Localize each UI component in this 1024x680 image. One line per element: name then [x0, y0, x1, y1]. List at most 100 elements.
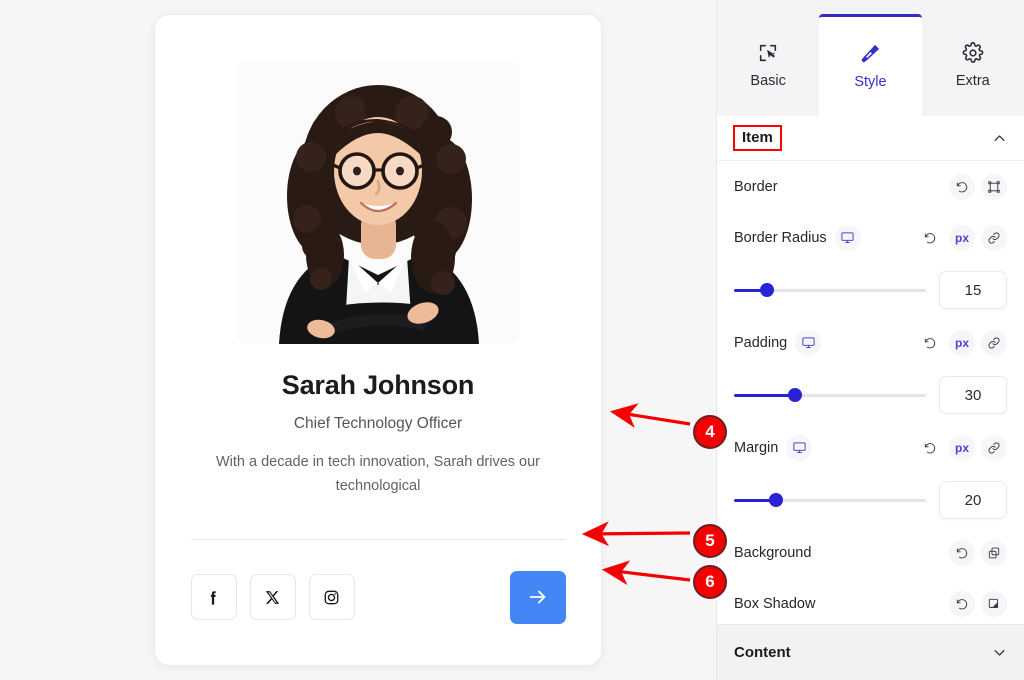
- row-actions-border: [949, 173, 1007, 200]
- reset-icon: [924, 337, 936, 348]
- tab-style-label: Style: [854, 74, 887, 90]
- profile-card[interactable]: Sarah Johnson Chief Technology Officer W…: [154, 14, 602, 666]
- shadow-square-icon: [988, 598, 998, 608]
- reset-button-border[interactable]: [949, 173, 975, 200]
- device-toggle-border-radius[interactable]: [834, 224, 861, 251]
- control-label-margin: Margin: [734, 439, 779, 456]
- cta-next-button[interactable]: [509, 570, 566, 624]
- control-row-border-radius: Border Radius px: [734, 212, 1007, 263]
- unit-button-margin[interactable]: px: [949, 434, 975, 461]
- link-button-border-radius[interactable]: [981, 224, 1007, 251]
- slider-margin[interactable]: [734, 493, 926, 507]
- border-frame-button[interactable]: [981, 173, 1007, 200]
- facebook-icon: [210, 591, 216, 605]
- social-link-instagram[interactable]: [308, 574, 355, 621]
- slider-row-padding: 30: [734, 368, 1007, 422]
- value-input-padding[interactable]: 30: [939, 376, 1007, 414]
- instagram-icon: [324, 590, 339, 605]
- portrait-photo-icon: [236, 61, 520, 344]
- social-link-x-twitter[interactable]: [249, 574, 296, 621]
- tab-basic-label: Basic: [750, 72, 786, 89]
- reset-button-box-shadow[interactable]: [949, 590, 975, 617]
- tab-style[interactable]: Style: [819, 14, 922, 116]
- box-shadow-settings-button[interactable]: [981, 590, 1007, 617]
- monitor-icon: [802, 337, 815, 348]
- x-twitter-icon: [265, 590, 280, 604]
- reset-icon: [924, 442, 936, 453]
- row-actions-padding: px: [917, 329, 1007, 356]
- reset-button-margin[interactable]: [917, 435, 943, 461]
- value-input-border-radius[interactable]: 15: [939, 271, 1007, 309]
- value-input-margin[interactable]: 20: [939, 481, 1007, 519]
- slider-row-margin: 20: [734, 473, 1007, 527]
- avatar: [236, 61, 520, 344]
- chevron-down-icon[interactable]: [992, 645, 1007, 660]
- tab-extra-label: Extra: [955, 72, 990, 89]
- annotation-badge-5: 5: [693, 524, 727, 558]
- person-bio: With a decade in tech innovation, Sarah …: [215, 454, 541, 494]
- section-header-item[interactable]: Item: [717, 116, 1024, 161]
- device-toggle-padding[interactable]: [795, 329, 822, 356]
- app-root: Sarah Johnson Chief Technology Officer W…: [0, 0, 1024, 680]
- reset-icon: [956, 547, 968, 558]
- row-actions-margin: px: [917, 434, 1007, 461]
- control-label-group-margin: Margin: [734, 434, 813, 461]
- sidebar-tabs: Basic Style Extra: [717, 0, 1024, 116]
- control-row-background: Background: [734, 527, 1007, 578]
- control-row-box-shadow: Box Shadow: [734, 578, 1007, 624]
- unit-button-border-radius[interactable]: px: [949, 224, 975, 251]
- annotation-badge-4: 4: [693, 415, 727, 449]
- control-label-group-border-radius: Border Radius: [734, 224, 861, 251]
- control-label-group-box-shadow: Box Shadow: [734, 596, 815, 612]
- slider-border-radius[interactable]: [734, 283, 926, 297]
- chevron-up-icon[interactable]: [992, 131, 1007, 146]
- reset-icon: [956, 181, 968, 192]
- slider-thumb-margin[interactable]: [769, 493, 784, 507]
- card-footer: [190, 570, 566, 624]
- reset-button-background[interactable]: [949, 539, 975, 566]
- section-header-content[interactable]: Content: [717, 624, 1024, 680]
- reset-button-border-radius[interactable]: [917, 225, 943, 251]
- control-label-group-background: Background: [734, 545, 811, 561]
- reset-icon: [956, 598, 968, 609]
- tab-basic[interactable]: Basic: [717, 14, 820, 116]
- layers-copy-icon: [988, 547, 1000, 558]
- tab-extra[interactable]: Extra: [921, 14, 1024, 116]
- style-sidebar: Basic Style Extra Item Border Border Rad…: [716, 0, 1024, 680]
- background-settings-button[interactable]: [981, 539, 1007, 566]
- card-divider: [190, 538, 566, 540]
- link-button-margin[interactable]: [981, 434, 1007, 461]
- editor-canvas: Sarah Johnson Chief Technology Officer W…: [0, 0, 716, 680]
- link-button-padding[interactable]: [981, 329, 1007, 356]
- paintbrush-icon: [862, 45, 880, 63]
- link-icon: [988, 441, 1000, 454]
- arrow-right-icon: [529, 590, 545, 604]
- control-label-box-shadow: Box Shadow: [734, 595, 816, 612]
- control-label-group-border: Border: [734, 179, 778, 195]
- border-frame-icon: [988, 180, 1000, 193]
- annotation-badge-6: 6: [693, 565, 727, 599]
- control-row-margin: Margin px: [734, 422, 1007, 473]
- device-toggle-margin[interactable]: [786, 434, 813, 461]
- link-icon: [988, 231, 1000, 244]
- reset-button-padding[interactable]: [917, 330, 943, 356]
- social-link-facebook[interactable]: [190, 574, 237, 621]
- slider-thumb-border-radius[interactable]: [759, 283, 774, 297]
- control-label-padding: Padding: [734, 334, 788, 351]
- reset-icon: [924, 232, 936, 243]
- unit-label-padding: px: [954, 335, 969, 350]
- social-links: [190, 574, 355, 621]
- unit-button-padding[interactable]: px: [949, 329, 975, 356]
- row-actions-border-radius: px: [917, 224, 1007, 251]
- control-label-border-radius: Border Radius: [734, 229, 827, 246]
- slider-padding[interactable]: [734, 388, 926, 402]
- person-name: Sarah Johnson: [281, 370, 475, 400]
- section-title-content: Content: [734, 644, 791, 661]
- monitor-icon: [841, 232, 854, 243]
- section-title-item: Item: [733, 125, 782, 151]
- control-label-group-padding: Padding: [734, 329, 822, 356]
- row-actions-box-shadow: [949, 590, 1007, 617]
- link-icon: [988, 336, 1000, 349]
- slider-thumb-padding[interactable]: [788, 388, 803, 402]
- person-role: Chief Technology Officer: [293, 415, 463, 432]
